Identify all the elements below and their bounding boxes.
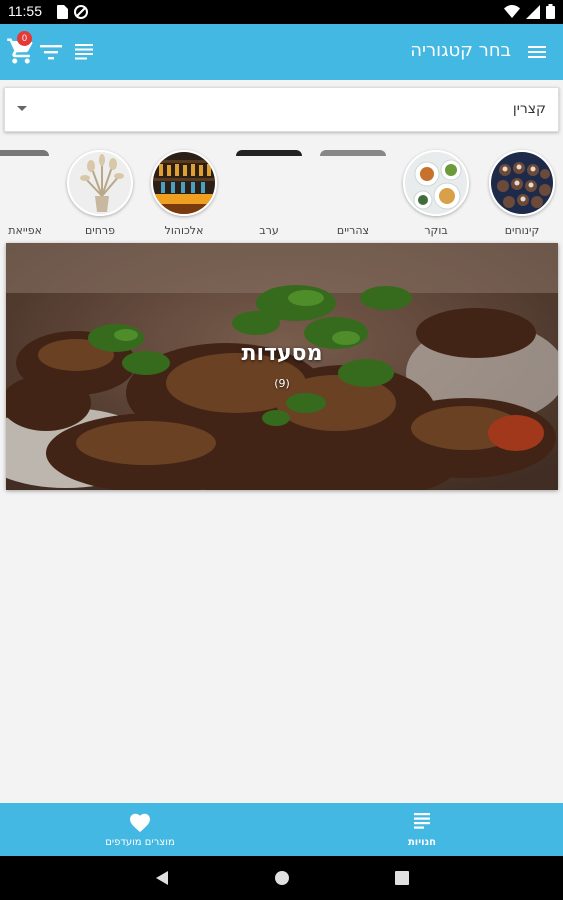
category-label: אפייאת (8, 224, 42, 237)
category-item-desserts[interactable]: קינוחים (484, 150, 560, 242)
category-item-dinner[interactable]: ערב (231, 150, 307, 242)
category-strip[interactable]: קינוחים בוקר צהריים ערב אלכוהול פרחים אפ… (0, 142, 563, 242)
back-icon[interactable] (155, 870, 169, 886)
category-label: ערב (259, 224, 279, 237)
signal-icon (526, 4, 540, 19)
hamburger-menu-icon[interactable] (525, 40, 549, 64)
cart-count-badge: 0 (17, 31, 32, 46)
nav-favorites-label: מוצרים מועדפים (105, 837, 175, 848)
category-label: בוקר (424, 224, 448, 237)
status-time: 11:55 (8, 3, 42, 19)
battery-icon (546, 4, 555, 19)
category-label: צהריים (336, 224, 370, 237)
sort-icon[interactable] (72, 40, 96, 64)
category-item-alcohol[interactable]: אלכוהול (146, 150, 222, 242)
filter-icon[interactable] (39, 41, 63, 63)
sim-card-icon (57, 5, 68, 19)
desserts-image (489, 150, 555, 216)
category-item-flowers[interactable]: פרחים (62, 150, 138, 242)
page-title: בחר קטגוריה (410, 40, 511, 61)
chevron-down-icon (17, 106, 27, 111)
grilled-meat-image (6, 243, 558, 490)
alcohol-image (151, 150, 217, 216)
category-item-breakfast[interactable]: בוקר (398, 150, 474, 242)
category-label: קינוחים (504, 224, 540, 237)
nav-favorites[interactable]: מוצרים מועדפים (70, 803, 210, 856)
bakery-image (0, 150, 49, 156)
wifi-icon (504, 5, 520, 18)
nav-stores-label: חנויות (407, 837, 437, 848)
breakfast-image (403, 150, 469, 216)
system-navigation-bar (0, 856, 563, 900)
restaurants-category-card[interactable]: מסעדות (9) (6, 243, 558, 490)
data-saver-icon (74, 5, 88, 19)
category-item-lunch[interactable]: צהריים (315, 150, 391, 242)
dinner-image (236, 150, 302, 156)
card-count: (9) (274, 377, 290, 390)
category-item-bakery[interactable]: אפייאת (0, 150, 54, 242)
app-screen: 11:55 בחר קטגוריה 0 קצרין קינוחים בוקר צ… (0, 0, 563, 900)
bottom-navigation: חנויות מוצרים מועדפים (0, 803, 563, 856)
city-dropdown[interactable]: קצרין (4, 87, 559, 132)
home-icon[interactable] (274, 870, 290, 886)
dropdown-selected-value: קצרין (512, 101, 546, 117)
card-title: מסעדות (241, 341, 323, 366)
category-label: אלכוהול (164, 224, 204, 237)
flowers-image (67, 150, 133, 216)
heart-icon (130, 813, 150, 832)
status-bar: 11:55 (0, 0, 563, 24)
lunch-image (320, 150, 386, 156)
category-label: פרחים (84, 224, 116, 237)
nav-stores[interactable]: חנויות (352, 803, 492, 856)
stores-list-icon (414, 813, 430, 829)
recent-apps-icon[interactable] (395, 871, 409, 885)
app-bar: בחר קטגוריה 0 (0, 24, 563, 80)
